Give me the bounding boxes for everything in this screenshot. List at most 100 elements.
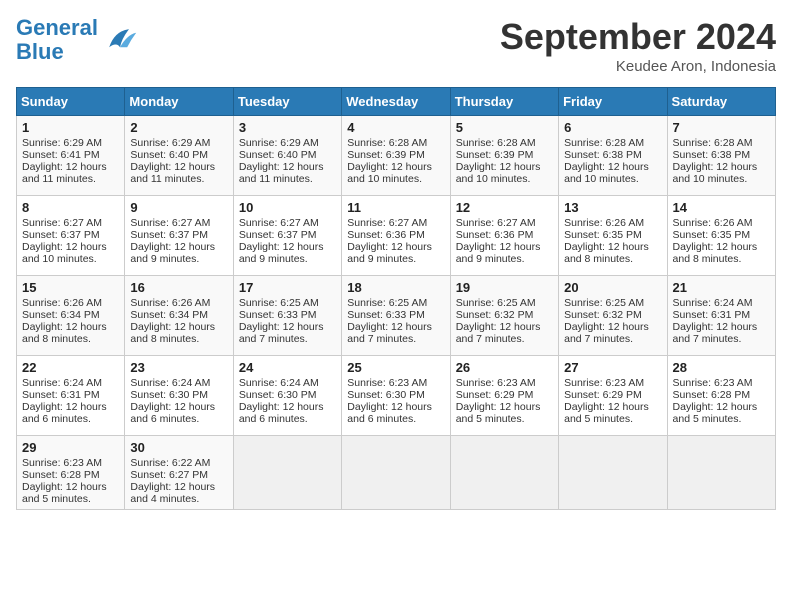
sunrise-label: Sunrise: 6:27 AM [22, 217, 102, 229]
day-number: 20 [564, 280, 661, 295]
sunset-label: Sunset: 6:40 PM [130, 149, 208, 161]
table-row: 23 Sunrise: 6:24 AM Sunset: 6:30 PM Dayl… [125, 356, 233, 436]
daylight-label: Daylight: 12 hours and 11 minutes. [130, 161, 215, 185]
day-number: 13 [564, 200, 661, 215]
sunrise-label: Sunrise: 6:29 AM [22, 137, 102, 149]
day-number: 18 [347, 280, 444, 295]
sunrise-label: Sunrise: 6:23 AM [22, 457, 102, 469]
table-row: 21 Sunrise: 6:24 AM Sunset: 6:31 PM Dayl… [667, 276, 775, 356]
sunrise-label: Sunrise: 6:24 AM [22, 377, 102, 389]
sunrise-label: Sunrise: 6:24 AM [130, 377, 210, 389]
calendar-row: 1 Sunrise: 6:29 AM Sunset: 6:41 PM Dayli… [17, 116, 776, 196]
header-saturday: Saturday [667, 88, 775, 116]
sunset-label: Sunset: 6:33 PM [239, 309, 317, 321]
daylight-label: Daylight: 12 hours and 6 minutes. [130, 401, 215, 425]
daylight-label: Daylight: 12 hours and 10 minutes. [22, 241, 107, 265]
sunrise-label: Sunrise: 6:25 AM [456, 297, 536, 309]
daylight-label: Daylight: 12 hours and 7 minutes. [239, 321, 324, 345]
table-row: 29 Sunrise: 6:23 AM Sunset: 6:28 PM Dayl… [17, 436, 125, 510]
table-row: 4 Sunrise: 6:28 AM Sunset: 6:39 PM Dayli… [342, 116, 450, 196]
sunset-label: Sunset: 6:33 PM [347, 309, 425, 321]
day-number: 17 [239, 280, 336, 295]
table-row: 10 Sunrise: 6:27 AM Sunset: 6:37 PM Dayl… [233, 196, 341, 276]
sunset-label: Sunset: 6:31 PM [22, 389, 100, 401]
daylight-label: Daylight: 12 hours and 7 minutes. [673, 321, 758, 345]
daylight-label: Daylight: 12 hours and 5 minutes. [673, 401, 758, 425]
sunset-label: Sunset: 6:34 PM [130, 309, 208, 321]
title-block: September 2024 Keudee Aron, Indonesia [500, 16, 776, 75]
calendar-row: 22 Sunrise: 6:24 AM Sunset: 6:31 PM Dayl… [17, 356, 776, 436]
table-row: 25 Sunrise: 6:23 AM Sunset: 6:30 PM Dayl… [342, 356, 450, 436]
sunrise-label: Sunrise: 6:28 AM [673, 137, 753, 149]
table-row: 1 Sunrise: 6:29 AM Sunset: 6:41 PM Dayli… [17, 116, 125, 196]
sunrise-label: Sunrise: 6:23 AM [456, 377, 536, 389]
logo-general: General [16, 15, 98, 40]
month-title: September 2024 [500, 16, 776, 58]
daylight-label: Daylight: 12 hours and 9 minutes. [130, 241, 215, 265]
sunset-label: Sunset: 6:30 PM [130, 389, 208, 401]
daylight-label: Daylight: 12 hours and 8 minutes. [130, 321, 215, 345]
day-number: 29 [22, 440, 119, 455]
day-number: 25 [347, 360, 444, 375]
table-row: 24 Sunrise: 6:24 AM Sunset: 6:30 PM Dayl… [233, 356, 341, 436]
logo-bird-icon [102, 22, 138, 58]
sunset-label: Sunset: 6:39 PM [456, 149, 534, 161]
table-row: 28 Sunrise: 6:23 AM Sunset: 6:28 PM Dayl… [667, 356, 775, 436]
sunset-label: Sunset: 6:37 PM [22, 229, 100, 241]
table-row: 30 Sunrise: 6:22 AM Sunset: 6:27 PM Dayl… [125, 436, 233, 510]
daylight-label: Daylight: 12 hours and 6 minutes. [22, 401, 107, 425]
daylight-label: Daylight: 12 hours and 10 minutes. [564, 161, 649, 185]
sunset-label: Sunset: 6:31 PM [673, 309, 751, 321]
header-monday: Monday [125, 88, 233, 116]
day-number: 14 [673, 200, 770, 215]
sunset-label: Sunset: 6:28 PM [673, 389, 751, 401]
daylight-label: Daylight: 12 hours and 10 minutes. [673, 161, 758, 185]
sunset-label: Sunset: 6:35 PM [564, 229, 642, 241]
table-row: 18 Sunrise: 6:25 AM Sunset: 6:33 PM Dayl… [342, 276, 450, 356]
table-row [342, 436, 450, 510]
calendar-row: 29 Sunrise: 6:23 AM Sunset: 6:28 PM Dayl… [17, 436, 776, 510]
daylight-label: Daylight: 12 hours and 9 minutes. [347, 241, 432, 265]
sunrise-label: Sunrise: 6:26 AM [22, 297, 102, 309]
day-number: 5 [456, 120, 553, 135]
daylight-label: Daylight: 12 hours and 8 minutes. [673, 241, 758, 265]
table-row: 12 Sunrise: 6:27 AM Sunset: 6:36 PM Dayl… [450, 196, 558, 276]
day-number: 1 [22, 120, 119, 135]
sunrise-label: Sunrise: 6:29 AM [239, 137, 319, 149]
daylight-label: Daylight: 12 hours and 4 minutes. [130, 481, 215, 505]
table-row: 26 Sunrise: 6:23 AM Sunset: 6:29 PM Dayl… [450, 356, 558, 436]
day-number: 28 [673, 360, 770, 375]
daylight-label: Daylight: 12 hours and 10 minutes. [456, 161, 541, 185]
day-number: 19 [456, 280, 553, 295]
table-row: 11 Sunrise: 6:27 AM Sunset: 6:36 PM Dayl… [342, 196, 450, 276]
day-number: 15 [22, 280, 119, 295]
day-number: 7 [673, 120, 770, 135]
day-number: 16 [130, 280, 227, 295]
day-number: 3 [239, 120, 336, 135]
daylight-label: Daylight: 12 hours and 5 minutes. [456, 401, 541, 425]
table-row: 9 Sunrise: 6:27 AM Sunset: 6:37 PM Dayli… [125, 196, 233, 276]
page-header: General Blue September 2024 Keudee Aron,… [16, 16, 776, 75]
daylight-label: Daylight: 12 hours and 8 minutes. [22, 321, 107, 345]
sunrise-label: Sunrise: 6:28 AM [347, 137, 427, 149]
sunset-label: Sunset: 6:30 PM [347, 389, 425, 401]
day-number: 24 [239, 360, 336, 375]
sunrise-label: Sunrise: 6:26 AM [130, 297, 210, 309]
calendar-row: 8 Sunrise: 6:27 AM Sunset: 6:37 PM Dayli… [17, 196, 776, 276]
daylight-label: Daylight: 12 hours and 11 minutes. [22, 161, 107, 185]
table-row: 16 Sunrise: 6:26 AM Sunset: 6:34 PM Dayl… [125, 276, 233, 356]
sunset-label: Sunset: 6:37 PM [130, 229, 208, 241]
day-number: 30 [130, 440, 227, 455]
sunset-label: Sunset: 6:32 PM [456, 309, 534, 321]
sunrise-label: Sunrise: 6:22 AM [130, 457, 210, 469]
table-row [667, 436, 775, 510]
table-row: 19 Sunrise: 6:25 AM Sunset: 6:32 PM Dayl… [450, 276, 558, 356]
sunrise-label: Sunrise: 6:23 AM [347, 377, 427, 389]
sunset-label: Sunset: 6:36 PM [456, 229, 534, 241]
sunrise-label: Sunrise: 6:29 AM [130, 137, 210, 149]
daylight-label: Daylight: 12 hours and 9 minutes. [239, 241, 324, 265]
daylight-label: Daylight: 12 hours and 8 minutes. [564, 241, 649, 265]
calendar-table: Sunday Monday Tuesday Wednesday Thursday… [16, 87, 776, 510]
sunrise-label: Sunrise: 6:26 AM [673, 217, 753, 229]
table-row: 14 Sunrise: 6:26 AM Sunset: 6:35 PM Dayl… [667, 196, 775, 276]
